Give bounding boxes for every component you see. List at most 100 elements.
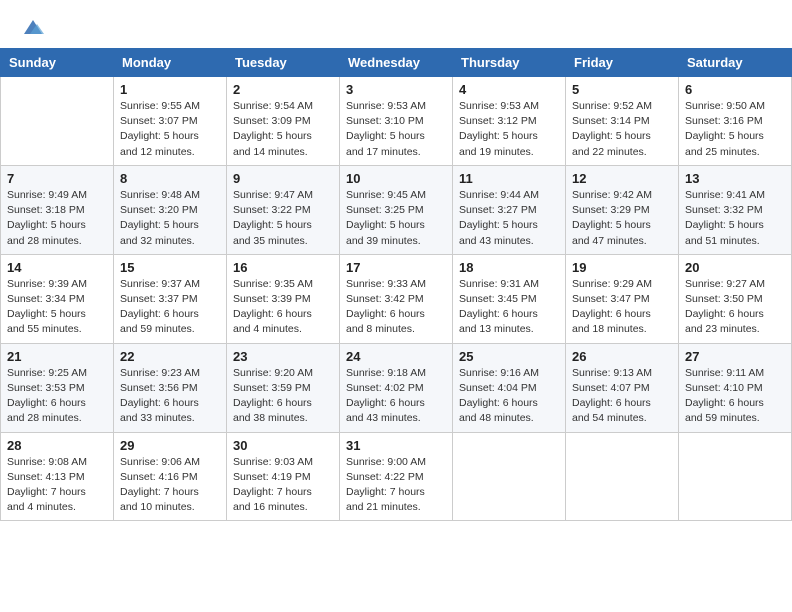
calendar-day-cell: 4 Sunrise: 9:53 AM Sunset: 3:12 PM Daylig… bbox=[453, 77, 566, 166]
logo bbox=[20, 18, 44, 38]
col-header-friday: Friday bbox=[566, 49, 679, 77]
day-number: 16 bbox=[233, 260, 333, 275]
day-info: Sunrise: 9:47 AM Sunset: 3:22 PM Dayligh… bbox=[233, 188, 333, 249]
day-number: 24 bbox=[346, 349, 446, 364]
day-number: 6 bbox=[685, 82, 785, 97]
calendar-header-row: SundayMondayTuesdayWednesdayThursdayFrid… bbox=[1, 49, 792, 77]
calendar-day-cell: 12 Sunrise: 9:42 AM Sunset: 3:29 PM Dayli… bbox=[566, 165, 679, 254]
day-number: 18 bbox=[459, 260, 559, 275]
day-info: Sunrise: 9:53 AM Sunset: 3:10 PM Dayligh… bbox=[346, 99, 446, 160]
day-number: 8 bbox=[120, 171, 220, 186]
day-number: 13 bbox=[685, 171, 785, 186]
calendar-day-cell: 14Sunrise: 9:39 AM Sunset: 3:34 PM Dayli… bbox=[1, 254, 114, 343]
calendar-week-row: 28Sunrise: 9:08 AM Sunset: 4:13 PM Dayli… bbox=[1, 432, 792, 521]
day-info: Sunrise: 9:41 AM Sunset: 3:32 PM Dayligh… bbox=[685, 188, 785, 249]
calendar-day-cell: 13 Sunrise: 9:41 AM Sunset: 3:32 PM Dayli… bbox=[679, 165, 792, 254]
day-number: 14 bbox=[7, 260, 107, 275]
calendar-day-cell: 24 Sunrise: 9:18 AM Sunset: 4:02 PM Dayli… bbox=[340, 343, 453, 432]
calendar-week-row: 14Sunrise: 9:39 AM Sunset: 3:34 PM Dayli… bbox=[1, 254, 792, 343]
calendar-day-cell: 27Sunrise: 9:11 AM Sunset: 4:10 PM Dayli… bbox=[679, 343, 792, 432]
day-info: Sunrise: 9:55 AM Sunset: 3:07 PM Dayligh… bbox=[120, 99, 220, 160]
day-info: Sunrise: 9:49 AM Sunset: 3:18 PM Dayligh… bbox=[7, 188, 107, 249]
day-info: Sunrise: 9:29 AM Sunset: 3:47 PM Dayligh… bbox=[572, 277, 672, 338]
col-header-thursday: Thursday bbox=[453, 49, 566, 77]
calendar-day-cell: 6 Sunrise: 9:50 AM Sunset: 3:16 PM Daylig… bbox=[679, 77, 792, 166]
day-number: 4 bbox=[459, 82, 559, 97]
calendar-day-cell: 1 Sunrise: 9:55 AM Sunset: 3:07 PM Daylig… bbox=[114, 77, 227, 166]
calendar-empty-cell bbox=[566, 432, 679, 521]
day-number: 1 bbox=[120, 82, 220, 97]
day-number: 12 bbox=[572, 171, 672, 186]
calendar-page: SundayMondayTuesdayWednesdayThursdayFrid… bbox=[0, 0, 792, 612]
day-info: Sunrise: 9:53 AM Sunset: 3:12 PM Dayligh… bbox=[459, 99, 559, 160]
calendar-day-cell: 28Sunrise: 9:08 AM Sunset: 4:13 PM Dayli… bbox=[1, 432, 114, 521]
calendar-day-cell: 23Sunrise: 9:20 AM Sunset: 3:59 PM Dayli… bbox=[227, 343, 340, 432]
calendar-day-cell: 16 Sunrise: 9:35 AM Sunset: 3:39 PM Dayli… bbox=[227, 254, 340, 343]
day-info: Sunrise: 9:50 AM Sunset: 3:16 PM Dayligh… bbox=[685, 99, 785, 160]
day-number: 23 bbox=[233, 349, 333, 364]
day-number: 26 bbox=[572, 349, 672, 364]
calendar-day-cell: 26 Sunrise: 9:13 AM Sunset: 4:07 PM Dayli… bbox=[566, 343, 679, 432]
calendar-day-cell: 19 Sunrise: 9:29 AM Sunset: 3:47 PM Dayli… bbox=[566, 254, 679, 343]
calendar-week-row: 7 Sunrise: 9:49 AM Sunset: 3:18 PM Daylig… bbox=[1, 165, 792, 254]
day-number: 30 bbox=[233, 438, 333, 453]
day-number: 25 bbox=[459, 349, 559, 364]
day-number: 15 bbox=[120, 260, 220, 275]
calendar-day-cell: 21 Sunrise: 9:25 AM Sunset: 3:53 PM Dayli… bbox=[1, 343, 114, 432]
day-info: Sunrise: 9:42 AM Sunset: 3:29 PM Dayligh… bbox=[572, 188, 672, 249]
day-number: 22 bbox=[120, 349, 220, 364]
day-info: Sunrise: 9:25 AM Sunset: 3:53 PM Dayligh… bbox=[7, 366, 107, 427]
day-number: 2 bbox=[233, 82, 333, 97]
day-info: Sunrise: 9:54 AM Sunset: 3:09 PM Dayligh… bbox=[233, 99, 333, 160]
calendar-empty-cell bbox=[453, 432, 566, 521]
day-number: 20 bbox=[685, 260, 785, 275]
day-info: Sunrise: 9:48 AM Sunset: 3:20 PM Dayligh… bbox=[120, 188, 220, 249]
calendar-day-cell: 5Sunrise: 9:52 AM Sunset: 3:14 PM Daylig… bbox=[566, 77, 679, 166]
calendar-table: SundayMondayTuesdayWednesdayThursdayFrid… bbox=[0, 48, 792, 521]
calendar-empty-cell bbox=[679, 432, 792, 521]
day-info: Sunrise: 9:03 AM Sunset: 4:19 PM Dayligh… bbox=[233, 455, 333, 516]
calendar-day-cell: 30 Sunrise: 9:03 AM Sunset: 4:19 PM Dayli… bbox=[227, 432, 340, 521]
calendar-day-cell: 31Sunrise: 9:00 AM Sunset: 4:22 PM Dayli… bbox=[340, 432, 453, 521]
calendar-day-cell: 15 Sunrise: 9:37 AM Sunset: 3:37 PM Dayli… bbox=[114, 254, 227, 343]
page-header bbox=[0, 0, 792, 48]
day-number: 7 bbox=[7, 171, 107, 186]
day-number: 5 bbox=[572, 82, 672, 97]
col-header-saturday: Saturday bbox=[679, 49, 792, 77]
calendar-day-cell: 20 Sunrise: 9:27 AM Sunset: 3:50 PM Dayli… bbox=[679, 254, 792, 343]
day-info: Sunrise: 9:16 AM Sunset: 4:04 PM Dayligh… bbox=[459, 366, 559, 427]
day-info: Sunrise: 9:44 AM Sunset: 3:27 PM Dayligh… bbox=[459, 188, 559, 249]
day-info: Sunrise: 9:31 AM Sunset: 3:45 PM Dayligh… bbox=[459, 277, 559, 338]
calendar-day-cell: 22Sunrise: 9:23 AM Sunset: 3:56 PM Dayli… bbox=[114, 343, 227, 432]
calendar-empty-cell bbox=[1, 77, 114, 166]
day-number: 31 bbox=[346, 438, 446, 453]
day-info: Sunrise: 9:35 AM Sunset: 3:39 PM Dayligh… bbox=[233, 277, 333, 338]
day-info: Sunrise: 9:27 AM Sunset: 3:50 PM Dayligh… bbox=[685, 277, 785, 338]
day-number: 17 bbox=[346, 260, 446, 275]
day-info: Sunrise: 9:06 AM Sunset: 4:16 PM Dayligh… bbox=[120, 455, 220, 516]
col-header-wednesday: Wednesday bbox=[340, 49, 453, 77]
day-number: 19 bbox=[572, 260, 672, 275]
calendar-day-cell: 10 Sunrise: 9:45 AM Sunset: 3:25 PM Dayli… bbox=[340, 165, 453, 254]
calendar-week-row: 1 Sunrise: 9:55 AM Sunset: 3:07 PM Daylig… bbox=[1, 77, 792, 166]
day-info: Sunrise: 9:45 AM Sunset: 3:25 PM Dayligh… bbox=[346, 188, 446, 249]
calendar-day-cell: 8 Sunrise: 9:48 AM Sunset: 3:20 PM Daylig… bbox=[114, 165, 227, 254]
col-header-monday: Monday bbox=[114, 49, 227, 77]
day-info: Sunrise: 9:33 AM Sunset: 3:42 PM Dayligh… bbox=[346, 277, 446, 338]
day-info: Sunrise: 9:37 AM Sunset: 3:37 PM Dayligh… bbox=[120, 277, 220, 338]
calendar-day-cell: 3 Sunrise: 9:53 AM Sunset: 3:10 PM Daylig… bbox=[340, 77, 453, 166]
calendar-day-cell: 7 Sunrise: 9:49 AM Sunset: 3:18 PM Daylig… bbox=[1, 165, 114, 254]
day-info: Sunrise: 9:13 AM Sunset: 4:07 PM Dayligh… bbox=[572, 366, 672, 427]
calendar-day-cell: 18 Sunrise: 9:31 AM Sunset: 3:45 PM Dayli… bbox=[453, 254, 566, 343]
calendar-week-row: 21 Sunrise: 9:25 AM Sunset: 3:53 PM Dayli… bbox=[1, 343, 792, 432]
calendar-day-cell: 25 Sunrise: 9:16 AM Sunset: 4:04 PM Dayli… bbox=[453, 343, 566, 432]
calendar-day-cell: 11Sunrise: 9:44 AM Sunset: 3:27 PM Dayli… bbox=[453, 165, 566, 254]
day-number: 10 bbox=[346, 171, 446, 186]
day-number: 28 bbox=[7, 438, 107, 453]
day-number: 9 bbox=[233, 171, 333, 186]
day-info: Sunrise: 9:18 AM Sunset: 4:02 PM Dayligh… bbox=[346, 366, 446, 427]
calendar-day-cell: 2 Sunrise: 9:54 AM Sunset: 3:09 PM Daylig… bbox=[227, 77, 340, 166]
day-number: 3 bbox=[346, 82, 446, 97]
calendar-day-cell: 17 Sunrise: 9:33 AM Sunset: 3:42 PM Dayli… bbox=[340, 254, 453, 343]
day-number: 21 bbox=[7, 349, 107, 364]
